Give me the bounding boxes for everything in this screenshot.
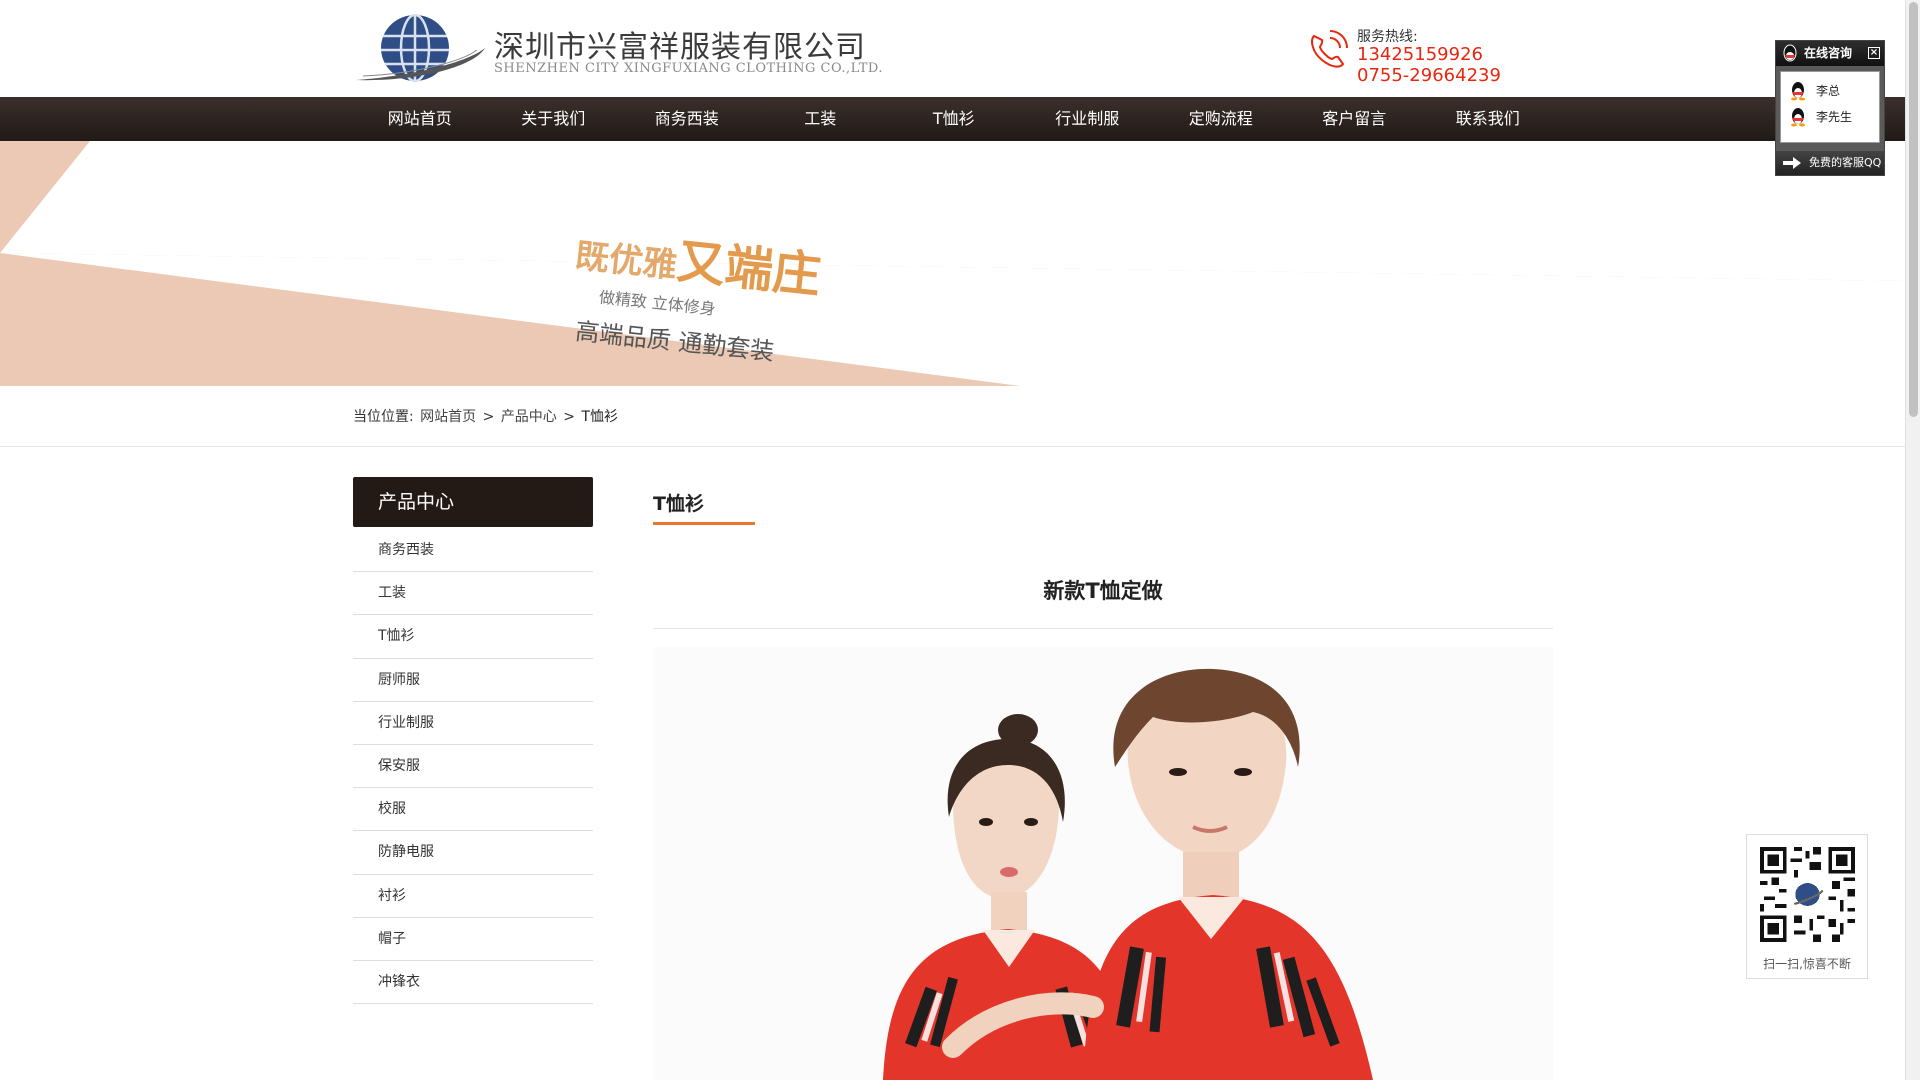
qq-chat-widget: 在线咨询 × 李总 李先生 免费的客服QQ xyxy=(1775,40,1885,176)
sidebar-category-list: 商务西装 工装 T恤衫 厨师服 行业制服 保安服 校服 防静电服 衬衫 帽子 冲… xyxy=(353,529,593,1005)
product-title: 新款T恤定做 xyxy=(1043,579,1163,603)
sidebar-item-chef-uniforms[interactable]: 厨师服 xyxy=(353,659,593,702)
qq-penguin-icon xyxy=(1791,82,1805,101)
sidebar-item-shirts[interactable]: 衬衫 xyxy=(353,875,593,918)
nav-item-business-suits[interactable]: 商务西装 xyxy=(620,97,754,141)
main-nav: 网站首页 关于我们 商务西装 工装 T恤衫 行业制服 定购流程 客户留言 联系我… xyxy=(0,97,1905,141)
hotline-block: 服务热线: 13425159926 0755-29664239 xyxy=(1306,26,1506,92)
qq-contact-name: 李先生 xyxy=(1816,110,1853,124)
company-logo[interactable]: 深圳市兴富祥服装有限公司 SHENZHEN CITY XINGFUXIANG C… xyxy=(353,14,882,84)
slogan-part-1: 既优雅 xyxy=(573,235,679,287)
banner-background xyxy=(0,141,1905,386)
sidebar-item-jackets[interactable]: 冲锋衣 xyxy=(353,961,593,1005)
product-photo-illustration xyxy=(653,647,1553,1080)
sidebar-item-hats[interactable]: 帽子 xyxy=(353,918,593,961)
nav-item-tshirts[interactable]: T恤衫 xyxy=(887,97,1021,141)
qq-free-service-link[interactable]: 免费的客服QQ xyxy=(1776,151,1884,175)
qq-widget-header: 在线咨询 × xyxy=(1776,41,1884,66)
breadcrumb-label: 当位位置: xyxy=(353,409,414,425)
site-header: 深圳市兴富祥服装有限公司 SHENZHEN CITY XINGFUXIANG C… xyxy=(0,0,1905,97)
sidebar-item-industry-uniforms[interactable]: 行业制服 xyxy=(353,702,593,745)
sidebar-item-security-uniforms[interactable]: 保安服 xyxy=(353,745,593,789)
qq-contact-li-xiansheng[interactable]: 李先生 xyxy=(1781,104,1879,130)
nav-item-about[interactable]: 关于我们 xyxy=(487,97,621,141)
qr-caption: 扫一扫,惊喜不断 xyxy=(1763,957,1851,971)
nav-item-guestbook[interactable]: 客户留言 xyxy=(1288,97,1422,141)
close-icon[interactable]: × xyxy=(1868,47,1880,59)
phone-icon xyxy=(1311,30,1348,68)
breadcrumb-bar: 当位位置: 网站首页 > 产品中心 > T恤衫 xyxy=(0,386,1905,447)
main-content: T恤衫 新款T恤定做 xyxy=(653,477,1553,1080)
nav-item-order-process[interactable]: 定购流程 xyxy=(1154,97,1288,141)
sidebar-title: 产品中心 xyxy=(353,477,593,527)
hero-banner: 既优雅又端庄 做精致 立体修身 高端品质 通勤套装 xyxy=(0,141,1905,386)
sidebar-item-tshirts[interactable]: T恤衫 xyxy=(353,615,593,659)
product-divider xyxy=(653,628,1553,629)
section-title: T恤衫 xyxy=(653,493,704,515)
section-title-underline xyxy=(653,522,755,525)
qq-contact-li-zong[interactable]: 李总 xyxy=(1781,78,1879,104)
qq-penguin-icon xyxy=(1791,108,1805,127)
breadcrumb-separator: > xyxy=(482,409,495,425)
hotline-phone-landline: 0755-29664239 xyxy=(1357,65,1501,86)
sidebar-item-business-suits[interactable]: 商务西装 xyxy=(353,529,593,573)
globe-logo-icon xyxy=(355,14,485,83)
qq-contact-name: 李总 xyxy=(1816,84,1841,98)
breadcrumb-home-link[interactable]: 网站首页 xyxy=(420,409,476,425)
nav-item-home[interactable]: 网站首页 xyxy=(353,97,487,141)
company-name-cn: 深圳市兴富祥服装有限公司 xyxy=(494,30,866,65)
nav-item-workwear[interactable]: 工装 xyxy=(754,97,888,141)
product-sidebar: 产品中心 商务西装 工装 T恤衫 厨师服 行业制服 保安服 校服 防静电服 衬衫… xyxy=(353,477,593,1005)
qq-footer-label: 免费的客服QQ xyxy=(1809,156,1882,169)
nav-item-contact[interactable]: 联系我们 xyxy=(1421,97,1555,141)
qr-code-box: 扫一扫,惊喜不断 xyxy=(1746,834,1868,979)
breadcrumb-section-link[interactable]: 产品中心 xyxy=(501,409,557,425)
breadcrumb: 当位位置: 网站首页 > 产品中心 > T恤衫 xyxy=(353,406,620,426)
sidebar-item-antistatic[interactable]: 防静电服 xyxy=(353,831,593,875)
nav-item-uniforms[interactable]: 行业制服 xyxy=(1021,97,1155,141)
scrollbar-thumb[interactable] xyxy=(1909,2,1918,417)
qr-code-icon xyxy=(1760,847,1855,942)
product-image[interactable] xyxy=(653,647,1553,1080)
arrow-right-icon xyxy=(1783,157,1801,169)
qq-penguin-icon xyxy=(1783,44,1797,62)
hotline-label: 服务热线: xyxy=(1357,29,1418,45)
qq-widget-title: 在线咨询 xyxy=(1804,46,1853,60)
banner-slogan: 既优雅又端庄 做精致 立体修身 高端品质 通勤套装 xyxy=(566,211,825,371)
hotline-phone-mobile: 13425159926 xyxy=(1357,44,1483,65)
qq-contact-list: 李总 李先生 xyxy=(1780,71,1880,143)
breadcrumb-separator: > xyxy=(563,409,575,425)
company-name-en: SHENZHEN CITY XINGFUXIANG CLOTHING CO.,L… xyxy=(494,61,883,76)
sidebar-item-school-uniforms[interactable]: 校服 xyxy=(353,788,593,832)
page-scrollbar[interactable] xyxy=(1905,0,1920,1080)
breadcrumb-current: T恤衫 xyxy=(581,409,619,425)
sidebar-item-workwear[interactable]: 工装 xyxy=(353,572,593,616)
